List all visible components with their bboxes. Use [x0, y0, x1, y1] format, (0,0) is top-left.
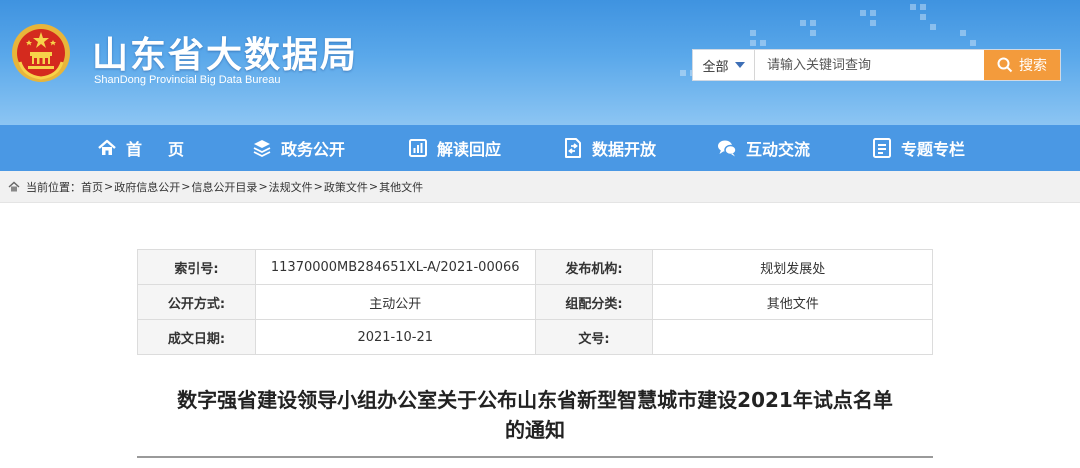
- search-bar: 全部 搜索: [692, 49, 1061, 81]
- caret-down-icon: [734, 62, 745, 68]
- stack-icon: [251, 137, 273, 159]
- disclosure-method-label: 公开方式:: [137, 284, 256, 320]
- breadcrumb-item[interactable]: 政府信息公开: [114, 179, 180, 195]
- article-title: 数字强省建设领导小组办公室关于公布山东省新型智慧城市建设2021年试点名单 的通…: [130, 385, 940, 445]
- search-scope-select[interactable]: 全部: [693, 50, 755, 80]
- nav-label: 首页: [126, 140, 211, 159]
- breadcrumb-item[interactable]: 信息公开目录: [191, 179, 257, 195]
- site-header: 山东省大数据局 ShanDong Provincial Big Data Bur…: [0, 0, 1080, 125]
- breadcrumb-separator: >: [368, 180, 379, 193]
- breadcrumb-item[interactable]: 政策文件: [324, 179, 368, 195]
- article-title-line: 数字强省建设领导小组办公室关于公布山东省新型智慧城市建设2021年试点名单: [177, 388, 893, 412]
- site-title: 山东省大数据局: [92, 35, 359, 76]
- nav-label: 解读回应: [437, 140, 502, 159]
- nav-label: 政务公开: [281, 140, 346, 159]
- search-scope-label: 全部: [702, 59, 729, 75]
- publisher-value: 规划发展处: [652, 249, 933, 285]
- category-value: 其他文件: [652, 284, 933, 320]
- nav-item-open-data[interactable]: 数据开放: [562, 125, 656, 171]
- main-nav: 首页 政务公开 解读回应 数据开放 互动交流 专题专栏: [0, 125, 1080, 171]
- index-number-label: 索引号:: [137, 249, 256, 285]
- article-title-line: 的通知: [505, 418, 565, 442]
- breadcrumb-item[interactable]: 法规文件: [269, 179, 313, 195]
- nav-item-government-affairs[interactable]: 政务公开: [251, 125, 345, 171]
- search-input[interactable]: [755, 50, 984, 80]
- data-file-icon: [562, 137, 584, 159]
- index-number-value: 11370000MB284651XL-A/2021-00066: [254, 249, 536, 285]
- breadcrumb-separator: >: [181, 180, 191, 193]
- nav-item-interaction[interactable]: 互动交流: [716, 125, 810, 171]
- document-chart-icon: [407, 137, 429, 159]
- breadcrumb-item[interactable]: 其他文件: [379, 179, 423, 195]
- date-written-label: 成文日期:: [137, 319, 256, 355]
- list-board-icon: [871, 137, 893, 159]
- chat-icon: [716, 137, 738, 159]
- nav-item-home[interactable]: 首页: [96, 125, 210, 171]
- document-info-table: 索引号: 11370000MB284651XL-A/2021-00066 发布机…: [137, 249, 933, 355]
- publisher-label: 发布机构:: [534, 249, 654, 285]
- search-button-label: 搜索: [1019, 58, 1047, 74]
- home-icon: [96, 137, 118, 159]
- home-icon: [8, 181, 20, 193]
- national-emblem-icon: [12, 24, 70, 82]
- breadcrumb: 当前位置： 首页 > 政府信息公开 > 信息公开目录 > 法规文件 > 政策文件…: [0, 171, 1080, 203]
- document-number-value: [652, 319, 933, 355]
- table-row: 索引号: 11370000MB284651XL-A/2021-00066 发布机…: [137, 249, 933, 285]
- nav-item-interpretation[interactable]: 解读回应: [407, 125, 501, 171]
- breadcrumb-separator: >: [104, 180, 114, 193]
- site-subtitle: ShanDong Provincial Big Data Bureau: [94, 74, 281, 86]
- nav-label: 数据开放: [592, 140, 657, 159]
- nav-label: 互动交流: [746, 140, 811, 159]
- title-divider: [137, 456, 933, 458]
- nav-label: 专题专栏: [901, 140, 966, 159]
- date-written-value: 2021-10-21: [254, 319, 536, 355]
- nav-item-special-topics[interactable]: 专题专栏: [871, 125, 965, 171]
- breadcrumb-separator: >: [258, 180, 268, 193]
- table-row: 公开方式: 主动公开 组配分类: 其他文件: [137, 284, 933, 320]
- search-button[interactable]: 搜索: [984, 50, 1060, 80]
- table-row: 成文日期: 2021-10-21 文号:: [137, 319, 933, 355]
- category-label: 组配分类:: [534, 284, 654, 320]
- breadcrumb-prefix: 当前位置：: [26, 180, 81, 194]
- breadcrumb-separator: >: [313, 180, 323, 193]
- disclosure-method-value: 主动公开: [254, 284, 536, 320]
- document-number-label: 文号:: [534, 319, 654, 355]
- search-icon: [997, 57, 1013, 73]
- breadcrumb-item[interactable]: 首页: [81, 179, 103, 195]
